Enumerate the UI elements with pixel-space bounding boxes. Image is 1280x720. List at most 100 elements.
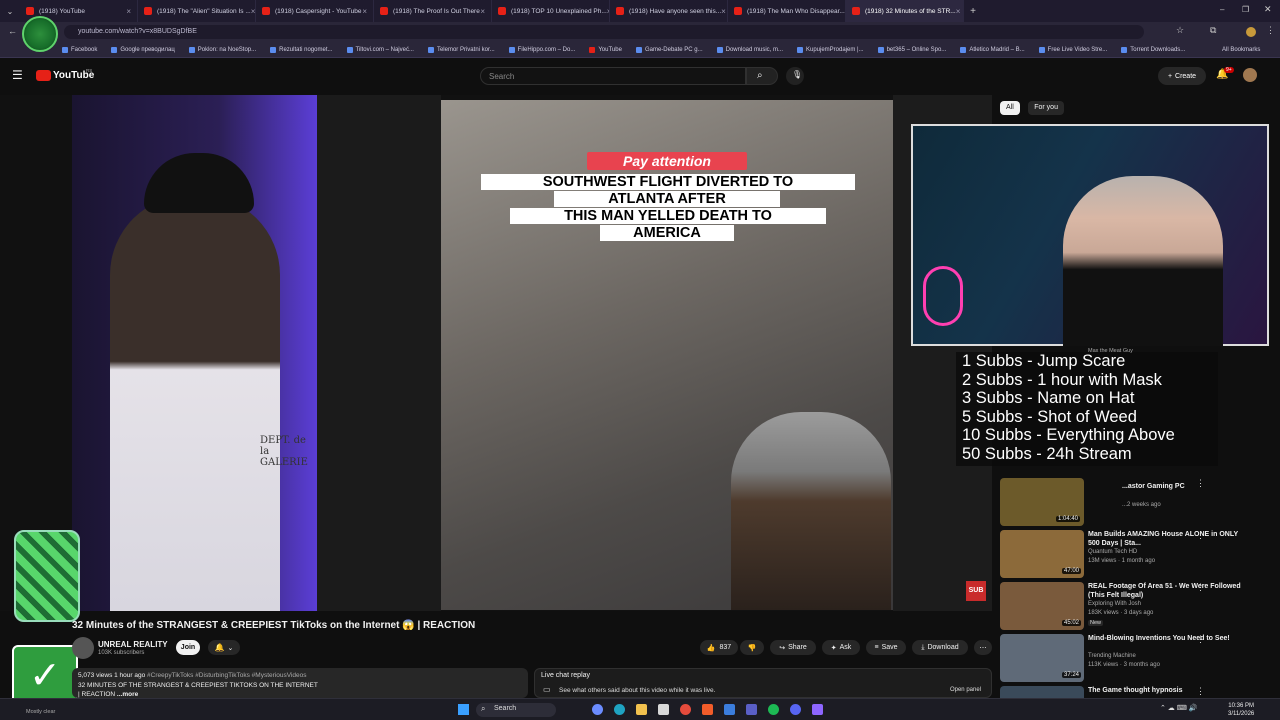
live-chat-title: Live chat replay (541, 672, 591, 679)
search-input[interactable]: Search (480, 67, 746, 85)
video-title-heading: 32 Minutes of the STRANGEST & CREEPIEST … (72, 620, 476, 631)
subscribed-bell-button[interactable]: 🔔 ⌄ (208, 640, 240, 655)
hashtags[interactable]: #CreepyTikToks #DisturbingTikToks #Myste… (147, 672, 306, 679)
bookmark-item[interactable]: Google преводилац (111, 46, 175, 53)
account-avatar[interactable] (1243, 68, 1257, 82)
bookmark-item[interactable]: YouTube (589, 46, 622, 53)
close-tab-icon[interactable]: × (362, 7, 367, 16)
browser-tab[interactable]: (1918) The Proof Is Out There × (374, 0, 492, 22)
tree-background (317, 95, 441, 611)
star-icon[interactable]: ☆ (1176, 25, 1184, 36)
app-icon[interactable] (812, 704, 823, 715)
chip-for-you[interactable]: For you (1028, 101, 1064, 115)
hamburger-menu-icon[interactable]: ☰ (12, 68, 23, 82)
bookmark-item[interactable]: FileHippo.com – Do... (508, 46, 575, 53)
store-icon[interactable] (658, 704, 669, 715)
tab-search-icon[interactable]: ⌄ (0, 0, 20, 22)
more-options-icon[interactable]: ⋮ (1196, 686, 1205, 697)
download-button[interactable]: ⤓ Download (912, 640, 968, 655)
browser-tab[interactable]: (1918) TOP 10 Unexplained Ph...× (492, 0, 610, 22)
recommendation-item[interactable]: 1:04:40 ...astor Gaming PC ...2 weeks ag… (1000, 478, 1260, 530)
more-options-icon[interactable]: ⋮ (1196, 582, 1205, 593)
extensions-icon[interactable]: ⧉ (1210, 25, 1216, 36)
close-tab-icon[interactable]: × (721, 7, 726, 16)
bookmark-item[interactable]: KupujemProdajem |... (797, 46, 864, 53)
youtube-favicon-icon (144, 7, 152, 15)
browser-tab[interactable]: (1918) The "Alien" Situation Is ... × (138, 0, 256, 22)
browser-tab[interactable]: (1918) The Man Who Disappear...× (728, 0, 846, 22)
all-bookmarks[interactable]: All Bookmarks (1222, 47, 1260, 53)
bookmark-item[interactable]: Download music, m... (716, 46, 783, 53)
windows-start-icon[interactable] (458, 704, 469, 715)
discord-icon[interactable] (790, 704, 801, 715)
bookmark-item[interactable]: bet365 – Online Spo... (877, 46, 946, 53)
browser-tab[interactable]: (1918) Have anyone seen this... × (610, 0, 728, 22)
restore-icon[interactable]: ❐ (1242, 5, 1249, 14)
youtube-logo-icon[interactable] (36, 70, 51, 81)
windows-taskbar: Mostly clear ⌕ Search ⌃ ☁ ⌨ 🔊 10:36 PM 3/1… (0, 698, 1280, 720)
sub-goal-line: 1 Subbs - Jump Scare (962, 352, 1126, 370)
system-tray-icons[interactable]: ⌃ ☁ ⌨ 🔊 (1160, 704, 1198, 712)
browser-tab-active[interactable]: (1918) 32 Minutes of the STR... × (846, 0, 964, 22)
search-button[interactable]: ⌕ (746, 67, 778, 85)
video-player[interactable]: DEPT. de la GALERIE Pay attention SOUTHW… (0, 95, 992, 611)
bookmark-item[interactable]: Facebook (62, 46, 97, 53)
bookmark-item[interactable]: Atletico Madrid – B... (960, 46, 1025, 53)
more-options-icon[interactable]: ⋮ (1196, 478, 1205, 489)
channel-avatar[interactable] (72, 637, 94, 659)
bookmark-item[interactable]: Tiltovi.com – Najveć... (346, 46, 414, 53)
bookmark-item[interactable]: Free Live Video Stre... (1038, 46, 1107, 53)
recommendation-item[interactable]: 45:02 REAL Footage Of Area 51 - We Were … (1000, 582, 1260, 634)
like-button[interactable]: 👍 837 (700, 640, 738, 655)
new-tab-icon[interactable]: + (964, 6, 982, 17)
close-window-icon[interactable]: ✕ (1264, 4, 1272, 15)
description-box[interactable]: 5,073 views 1 hour ago #CreepyTikToks #D… (72, 668, 528, 698)
bookmark-item[interactable]: Telemor Privatni kor... (427, 46, 495, 53)
video-channel: Quantum Tech HD (1088, 549, 1138, 555)
close-tab-icon[interactable]: × (956, 7, 961, 16)
more-options-icon[interactable]: ⋮ (1196, 634, 1205, 645)
brave-icon[interactable] (702, 704, 713, 715)
recommendation-item[interactable]: The Game thought hypnosis ⋮ (1000, 686, 1260, 698)
channel-name[interactable]: UNREAL REALITY (98, 640, 168, 649)
recommendation-item[interactable]: 37:24 Mind-Blowing Inventions You Need t… (1000, 634, 1260, 686)
chevron-down-icon: ⌄ (227, 644, 234, 652)
browser-tab[interactable]: (1918) Caspersight - YouTube × (256, 0, 374, 22)
close-tab-icon[interactable]: × (126, 7, 131, 16)
bookmark-item[interactable]: Rezultati nogomet... (270, 46, 333, 53)
bookmark-item[interactable]: Torrent Downloads... (1121, 46, 1185, 53)
more-link[interactable]: ...more (117, 691, 138, 698)
share-button[interactable]: ↪ Share (770, 640, 816, 655)
voice-search-button[interactable]: 🎙 (786, 67, 804, 85)
join-button[interactable]: Join (176, 640, 200, 655)
profile-icon[interactable] (1246, 27, 1256, 37)
close-tab-icon[interactable]: × (251, 7, 255, 16)
taskbar-clock[interactable]: 10:36 PM 3/11/2026 (1228, 702, 1254, 718)
close-tab-icon[interactable]: × (480, 7, 485, 16)
menu-kebab-icon[interactable]: ⋮ (1266, 25, 1275, 36)
back-icon[interactable]: ← (8, 26, 17, 36)
open-panel-button[interactable]: Open panel (950, 687, 981, 693)
save-button[interactable]: ≡ Save (866, 640, 906, 655)
copilot-icon[interactable] (592, 704, 603, 715)
create-button[interactable]: + Create (1158, 67, 1206, 85)
more-actions-button[interactable]: ⋯ (974, 640, 992, 655)
bookmark-item[interactable]: Game-Debate PC g... (635, 46, 703, 53)
ask-button[interactable]: ✦ Ask (822, 640, 860, 655)
chrome-icon[interactable] (680, 704, 691, 715)
chip-all[interactable]: All (1000, 101, 1020, 115)
minimize-icon[interactable]: – (1220, 5, 1224, 14)
edge-icon[interactable] (614, 704, 625, 715)
mail-icon[interactable] (724, 704, 735, 715)
recommendation-item[interactable]: 47:00 Man Builds AMAZING House ALONE in … (1000, 530, 1260, 582)
bookmark-item[interactable]: Poklon: na NoeStop... (188, 46, 256, 53)
dislike-button[interactable]: 👎 (740, 640, 764, 655)
url-input[interactable]: youtube.com/watch?v=x8BUDSgDfBE (64, 25, 1144, 39)
taskbar-search[interactable]: ⌕ Search (476, 703, 556, 717)
weather-widget[interactable]: Mostly clear (26, 709, 55, 715)
spotify-icon[interactable] (768, 704, 779, 715)
file-explorer-icon[interactable] (636, 704, 647, 715)
new-badge: New (1088, 620, 1104, 626)
more-options-icon[interactable]: ⋮ (1196, 530, 1205, 541)
teams-icon[interactable] (746, 704, 757, 715)
